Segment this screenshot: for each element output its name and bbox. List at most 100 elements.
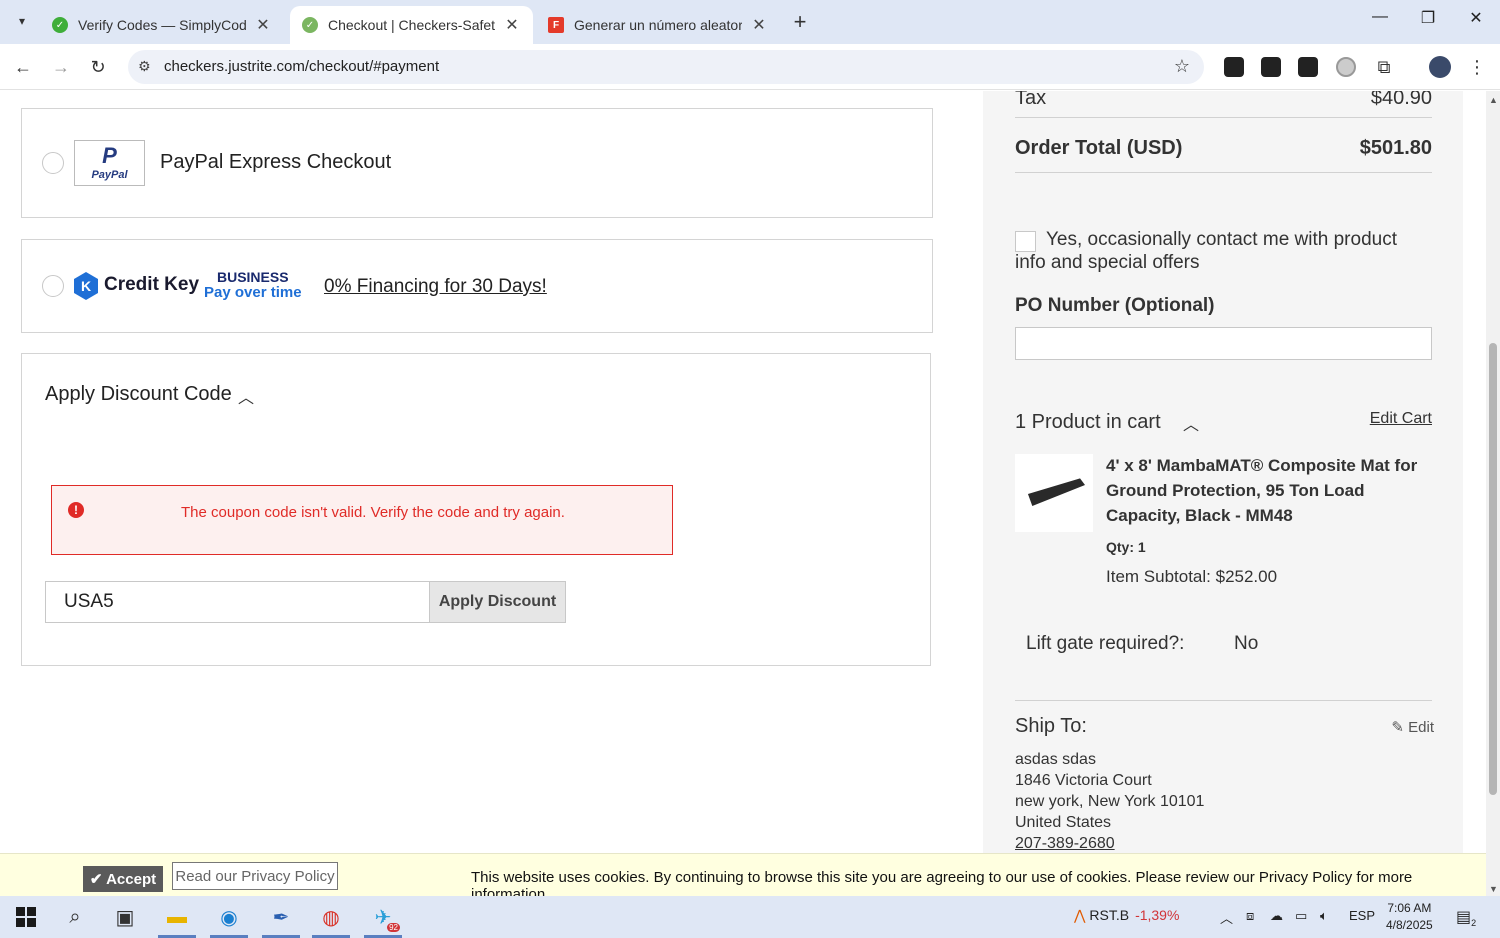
stock-chart-icon: ⋀ — [1074, 907, 1090, 923]
address-bar[interactable]: ⚙ checkers.justrite.com/checkout/#paymen… — [128, 50, 1204, 84]
edge-icon[interactable]: ◉ — [210, 902, 248, 938]
notification-count: 2 — [1471, 918, 1477, 929]
coupon-error-message: ! The coupon code isn't valid. Verify th… — [51, 485, 673, 555]
financing-link[interactable]: 0% Financing for 30 Days! — [324, 276, 547, 298]
divider — [1015, 172, 1432, 173]
creditkey-option[interactable]: K Credit Key BUSINESS Pay over time 0% F… — [21, 239, 933, 333]
tax-row: Tax $40.90 — [1015, 91, 1432, 110]
page-scrollbar[interactable]: ▲ ▼ — [1486, 91, 1500, 896]
restore-icon[interactable]: ❐ — [1413, 8, 1443, 28]
page-content: P PayPal PayPal Express Checkout K Credi… — [0, 91, 1486, 853]
paypal-label: PayPal Express Checkout — [160, 151, 392, 173]
volume-icon[interactable]: 🔈︎ — [1320, 908, 1328, 924]
feather-app-icon[interactable]: ✒ — [262, 902, 300, 938]
close-window-icon[interactable]: ✕ — [1461, 8, 1491, 28]
cart-count[interactable]: 1 Product in cart — [1015, 411, 1161, 434]
po-number-input[interactable] — [1015, 327, 1432, 360]
paypal-option[interactable]: P PayPal PayPal Express Checkout — [21, 108, 933, 218]
back-icon[interactable]: ← — [10, 54, 36, 80]
task-view-icon[interactable]: ▣ — [110, 902, 140, 932]
accept-cookies-button[interactable]: ✔ Accept — [83, 866, 163, 892]
cookie-banner: ✔ Accept Read our Privacy Policy This we… — [0, 853, 1486, 903]
extensions-puzzle-icon[interactable]: ⧉ — [1374, 57, 1394, 77]
discount-code-input[interactable] — [45, 581, 430, 623]
chevron-up-tray-icon[interactable]: ︿ — [1220, 908, 1233, 927]
tab-title: Generar un número aleatorio - ( — [574, 17, 742, 33]
product-image — [1015, 454, 1093, 532]
paypal-logo-text: PayPal — [91, 169, 128, 181]
profile-avatar[interactable] — [1429, 56, 1451, 78]
edit-cart-link[interactable]: Edit Cart — [1370, 410, 1432, 428]
close-tab-icon[interactable]: ✕ — [750, 15, 768, 35]
bookmark-star-icon[interactable]: ☆ — [1174, 56, 1190, 77]
menu-kebab-icon[interactable]: ⋮ — [1467, 57, 1487, 77]
privacy-policy-button[interactable]: Read our Privacy Policy — [172, 862, 338, 890]
windows-taskbar: ⌕ ▣ ▬ ◉ ✒ ◍ ✈ 92 ⋀ RST.B -1,39% ︿ ⧈ ☁ ▭ 🔈︎… — [0, 896, 1500, 938]
tab-search-button[interactable]: ▾ — [8, 7, 36, 35]
network-icon[interactable]: ▭ — [1295, 908, 1307, 924]
lift-gate-label: Lift gate required?: — [1026, 633, 1185, 654]
contact-opt-in-checkbox[interactable] — [1015, 231, 1036, 252]
scroll-down-icon[interactable]: ▼ — [1489, 884, 1498, 894]
order-total-row: Order Total (USD) $501.80 — [1015, 137, 1432, 160]
minimize-icon[interactable]: — — [1365, 8, 1395, 26]
meet-icon[interactable]: ⧈ — [1246, 908, 1254, 924]
chevron-up-icon[interactable]: ︿ — [1183, 411, 1199, 435]
extension-printer-icon[interactable] — [1261, 57, 1281, 77]
tab-checkout[interactable]: ✓ Checkout | Checkers-Safety ✕ — [290, 6, 533, 44]
chevron-up-icon[interactable]: ︿ — [238, 384, 254, 408]
stock-widget[interactable]: ⋀ RST.B -1,39% — [1074, 907, 1179, 924]
start-windows-icon[interactable] — [11, 902, 41, 932]
url-text: checkers.justrite.com/checkout/#payment — [164, 58, 440, 75]
new-tab-icon[interactable]: + — [787, 9, 813, 35]
tax-value: $40.90 — [1370, 91, 1432, 109]
site-info-icon[interactable]: ⚙ — [138, 58, 151, 75]
language-indicator[interactable]: ESP — [1349, 908, 1375, 923]
address-phone[interactable]: 207-389-2680 — [1015, 833, 1204, 853]
paypal-p-icon: P — [102, 143, 117, 168]
scrollbar-thumb[interactable] — [1489, 343, 1497, 795]
clock[interactable]: 7:06 AM 4/8/2025 — [1386, 900, 1433, 934]
extension-circle-icon[interactable] — [1336, 57, 1356, 77]
file-explorer-icon[interactable]: ▬ — [158, 902, 196, 938]
order-summary-sidebar: Tax $40.90 Order Total (USD) $501.80 Yes… — [983, 91, 1463, 853]
extension-grid-icon[interactable] — [1298, 57, 1318, 77]
product-qty: Qty: 1 — [1106, 539, 1146, 555]
browser-toolbar: ← → ↻ ⚙ checkers.justrite.com/checkout/#… — [0, 44, 1500, 90]
simplycodes-favicon-icon: ✓ — [52, 17, 68, 33]
scroll-up-icon[interactable]: ▲ — [1489, 95, 1498, 105]
extension-pen-icon[interactable] — [1224, 57, 1244, 77]
tab-simplycodes[interactable]: ✓ Verify Codes — SimplyCodes ✕ — [40, 6, 284, 44]
address-name: asdas sdas — [1015, 751, 1096, 768]
cloud-icon[interactable]: ☁ — [1270, 908, 1283, 924]
stock-change: -1,39% — [1135, 907, 1180, 923]
search-icon[interactable]: ⌕ — [60, 902, 90, 932]
discount-title[interactable]: Apply Discount Code — [45, 383, 232, 406]
stock-symbol: RST.B — [1089, 907, 1130, 923]
apply-discount-button[interactable]: Apply Discount — [429, 581, 566, 623]
accept-label: Accept — [106, 871, 157, 888]
forward-icon[interactable]: → — [48, 54, 74, 80]
error-icon: ! — [68, 502, 84, 518]
chrome-icon[interactable]: ◍ — [312, 902, 350, 938]
notifications-icon[interactable]: ▤2 — [1456, 907, 1476, 928]
tab-random-number[interactable]: F Generar un número aleatorio - ( ✕ — [536, 6, 780, 44]
order-total-value: $501.80 — [1359, 137, 1432, 159]
close-tab-icon[interactable]: ✕ — [254, 15, 272, 35]
mat-icon — [1027, 478, 1085, 506]
telegram-icon[interactable]: ✈ 92 — [364, 902, 402, 938]
shipping-address: asdas sdas 1846 Victoria Court new york,… — [1015, 749, 1204, 853]
paypal-radio[interactable] — [42, 152, 64, 174]
close-tab-icon[interactable]: ✕ — [503, 15, 521, 35]
tab-title: Verify Codes — SimplyCodes — [78, 17, 246, 33]
clock-time: 7:06 AM — [1387, 901, 1432, 915]
tab-title: Checkout | Checkers-Safety — [328, 17, 495, 33]
paypal-logo: P PayPal — [74, 140, 145, 186]
f-favicon-icon: F — [548, 17, 564, 33]
divider — [1015, 700, 1432, 701]
reload-icon[interactable]: ↻ — [85, 54, 111, 80]
creditkey-radio[interactable] — [42, 275, 64, 297]
order-total-label: Order Total (USD) — [1015, 137, 1183, 159]
pencil-icon: ✎ — [1391, 719, 1409, 736]
ship-edit-link[interactable]: ✎ Edit — [1391, 718, 1434, 736]
